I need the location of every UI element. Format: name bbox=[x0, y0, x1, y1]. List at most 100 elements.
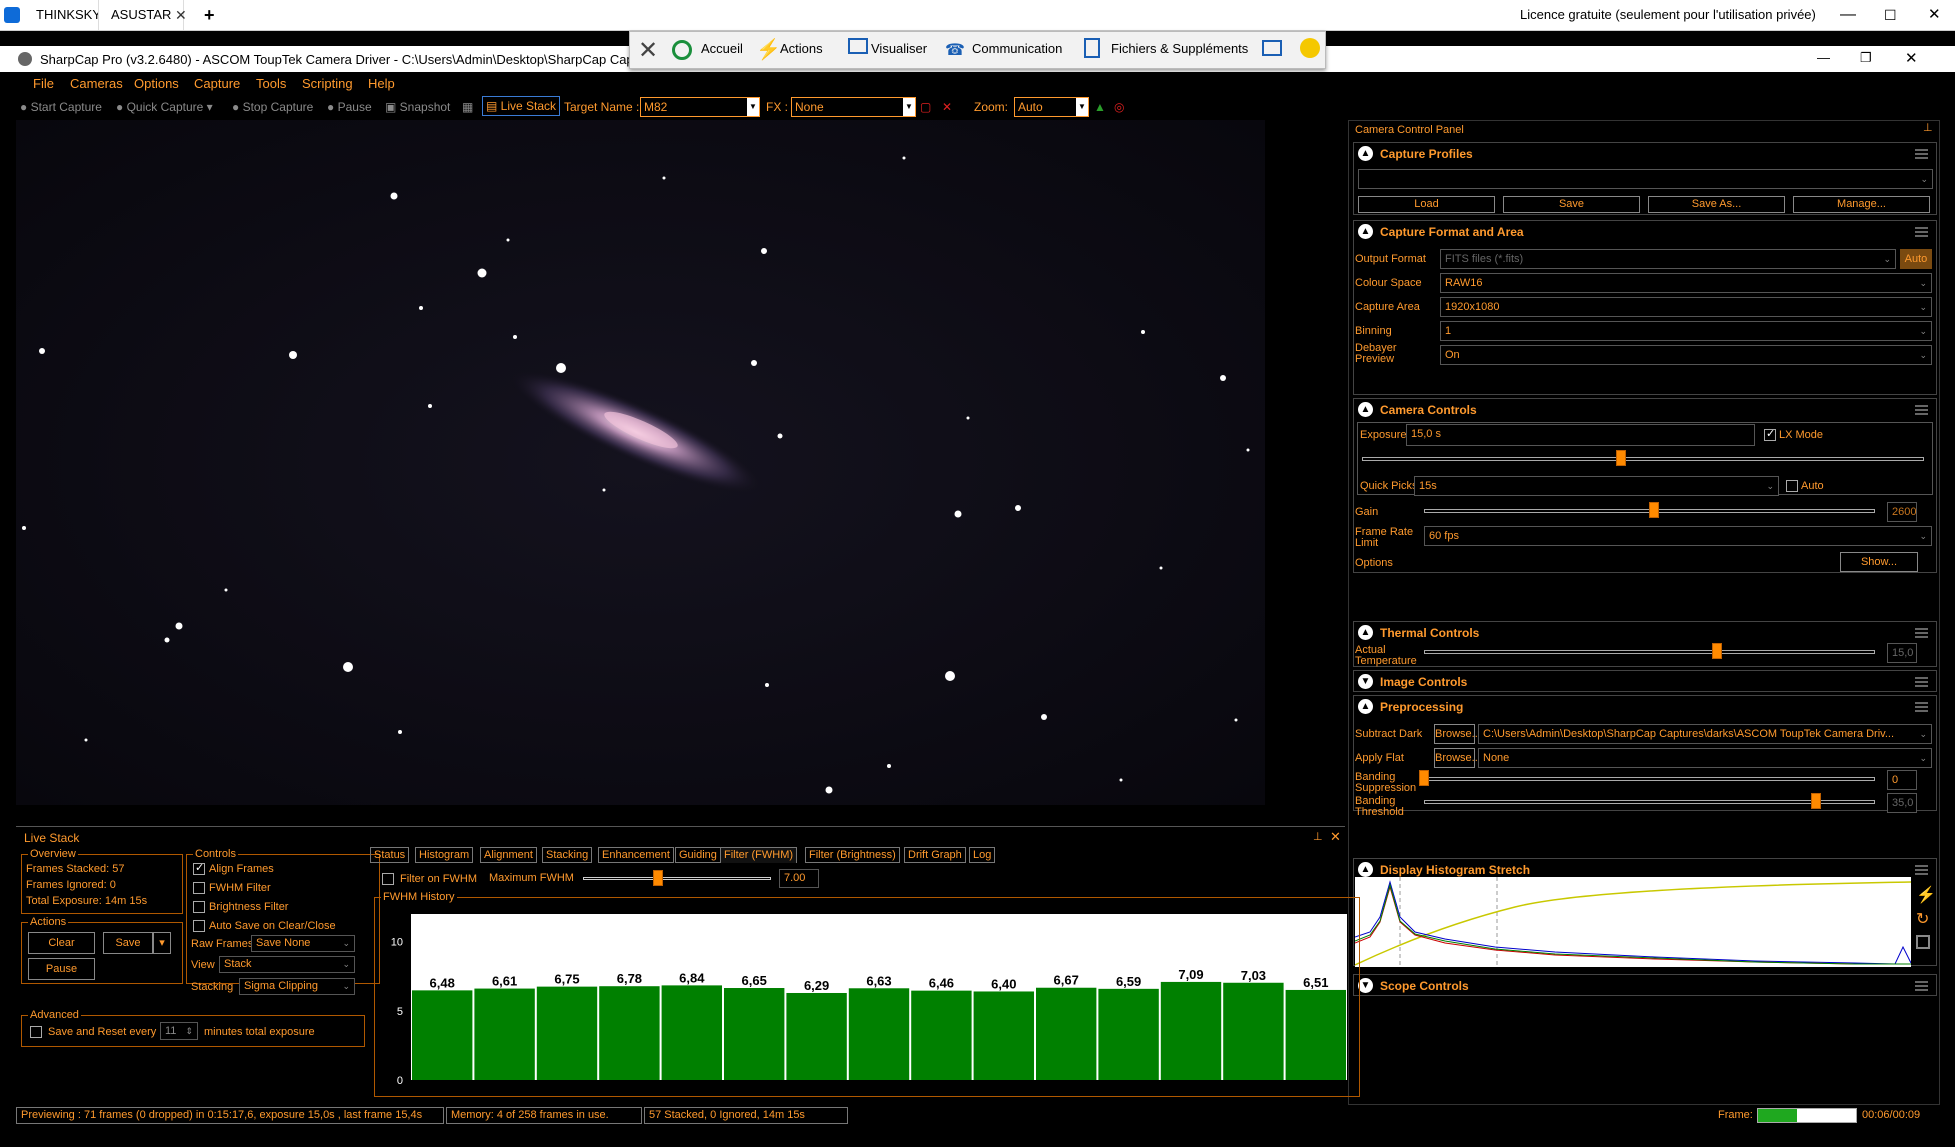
brightness-filter-checkbox[interactable] bbox=[193, 901, 205, 913]
layout-icon[interactable]: ▦ bbox=[462, 100, 473, 114]
auto-stretch-icon[interactable]: ⚡ bbox=[1916, 885, 1936, 905]
menu-help[interactable]: Help bbox=[368, 76, 395, 91]
output-format-select[interactable]: FITS files (*.fits) ⌄ bbox=[1440, 249, 1896, 269]
window-close-icon[interactable]: ✕ bbox=[1905, 49, 1918, 67]
stepper-arrows-icon[interactable]: ⇕ bbox=[185, 1023, 193, 1039]
debayer-select[interactable]: On ⌄ bbox=[1440, 345, 1932, 365]
exposure-input[interactable]: 15,0 s bbox=[1406, 424, 1755, 446]
dark-file-select[interactable]: C:\Users\Admin\Desktop\SharpCap Captures… bbox=[1478, 724, 1932, 744]
max-fwhm-input[interactable]: 7.00 bbox=[779, 869, 819, 888]
browse-flat-button[interactable]: Browse... bbox=[1434, 748, 1481, 768]
menu-icon[interactable] bbox=[1915, 628, 1928, 638]
pin-icon[interactable]: ⊥ bbox=[1923, 123, 1933, 134]
menu-icon[interactable] bbox=[1915, 405, 1928, 415]
target-name-input[interactable]: M82 ▼ bbox=[640, 97, 760, 117]
close-session-icon[interactable]: ✕ bbox=[638, 36, 658, 65]
max-fwhm-slider[interactable] bbox=[583, 877, 771, 880]
timer-icon[interactable]: ◎ bbox=[1114, 100, 1124, 114]
align-frames-checkbox[interactable] bbox=[193, 861, 205, 875]
stacking-select[interactable]: Sigma Clipping ⌄ bbox=[239, 978, 355, 995]
gain-slider-thumb[interactable] bbox=[1649, 502, 1659, 518]
raw-frames-select[interactable]: Save None ⌄ bbox=[251, 935, 355, 952]
browse-dark-button[interactable]: Browse... bbox=[1434, 724, 1481, 744]
auto-save-checkbox[interactable] bbox=[193, 920, 205, 932]
manage-profiles-button[interactable]: Manage... bbox=[1793, 196, 1930, 213]
close-icon[interactable]: ✕ bbox=[1916, 0, 1953, 30]
menu-scripting[interactable]: Scripting bbox=[302, 76, 353, 91]
tab-status[interactable]: Status bbox=[370, 847, 410, 863]
save-as-profile-button[interactable]: Save As... bbox=[1648, 196, 1785, 213]
add-tab-icon[interactable]: + bbox=[192, 0, 227, 30]
clear-stack-button[interactable]: Clear bbox=[28, 932, 95, 954]
minimize-icon[interactable]: — bbox=[1828, 0, 1868, 30]
remote-menu-visualiser[interactable]: Visualiser bbox=[871, 41, 927, 56]
banding-threshold-slider[interactable] bbox=[1424, 800, 1875, 804]
screen-icon[interactable] bbox=[1262, 40, 1282, 56]
tab-filter-brightness[interactable]: Filter (Brightness) bbox=[805, 847, 900, 863]
capture-area-select[interactable]: 1920x1080 ⌄ bbox=[1440, 297, 1932, 317]
image-viewer[interactable] bbox=[16, 120, 1265, 805]
menu-capture[interactable]: Capture bbox=[194, 76, 240, 91]
capture-profiles-header[interactable]: ▲ Capture Profiles bbox=[1354, 143, 1936, 165]
pause-stack-button[interactable]: Pause bbox=[28, 958, 95, 980]
menu-icon[interactable] bbox=[1915, 677, 1928, 687]
lx-mode-checkbox[interactable] bbox=[1764, 427, 1776, 441]
save-reset-checkbox[interactable] bbox=[30, 1026, 42, 1038]
zoom-select[interactable]: Auto ▼ bbox=[1014, 97, 1089, 117]
minutes-stepper[interactable]: 11 ⇕ bbox=[160, 1022, 198, 1040]
pin-icon[interactable]: ⊥ bbox=[1313, 832, 1323, 843]
capture-format-header[interactable]: ▲ Capture Format and Area bbox=[1354, 221, 1936, 243]
smiley-icon[interactable] bbox=[1300, 38, 1320, 58]
menu-icon[interactable] bbox=[1915, 149, 1928, 159]
profile-select[interactable]: ⌄ bbox=[1358, 169, 1933, 189]
tab-drift-graph[interactable]: Drift Graph bbox=[904, 847, 966, 863]
banding-suppression-input[interactable]: 0 bbox=[1887, 770, 1917, 790]
banding-suppression-slider[interactable] bbox=[1424, 777, 1875, 781]
menu-icon[interactable] bbox=[1915, 227, 1928, 237]
menu-tools[interactable]: Tools bbox=[256, 76, 286, 91]
tab-enhancement[interactable]: Enhancement bbox=[598, 847, 674, 863]
pause-button[interactable]: ● Pause bbox=[327, 100, 372, 114]
menu-icon[interactable] bbox=[1915, 702, 1928, 712]
show-options-button[interactable]: Show... bbox=[1840, 552, 1918, 572]
clear-reticle-icon[interactable]: ✕ bbox=[942, 100, 952, 114]
remote-menu-accueil[interactable]: Accueil bbox=[701, 41, 743, 56]
window-minimize-icon[interactable]: — bbox=[1817, 50, 1830, 65]
start-capture-button[interactable]: ● Start Capture bbox=[20, 100, 102, 114]
menu-cameras[interactable]: Cameras bbox=[70, 76, 123, 91]
save-options-dropdown[interactable]: ▾ bbox=[153, 932, 171, 954]
remote-menu-files[interactable]: Fichiers & Suppléments bbox=[1111, 41, 1248, 56]
home-icon[interactable] bbox=[672, 40, 692, 60]
save-stretch-icon[interactable] bbox=[1916, 935, 1930, 949]
exposure-slider-thumb[interactable] bbox=[1615, 450, 1626, 466]
menu-options[interactable]: Options bbox=[134, 76, 179, 91]
menu-icon[interactable] bbox=[1915, 981, 1928, 991]
banding-threshold-thumb[interactable] bbox=[1811, 793, 1822, 809]
colour-space-select[interactable]: RAW16 ⌄ bbox=[1440, 273, 1932, 293]
histogram-icon[interactable]: ▲ bbox=[1094, 100, 1106, 114]
save-stack-button[interactable]: Save bbox=[103, 932, 153, 954]
menu-file[interactable]: File bbox=[33, 76, 54, 91]
tab-stacking[interactable]: Stacking bbox=[542, 847, 593, 863]
tab-guiding[interactable]: Guiding bbox=[675, 847, 721, 863]
save-profile-button[interactable]: Save bbox=[1503, 196, 1640, 213]
binning-select[interactable]: 1 ⌄ bbox=[1440, 321, 1932, 341]
fwhm-filter-checkbox[interactable] bbox=[193, 882, 205, 894]
tab-log[interactable]: Log bbox=[969, 847, 996, 863]
auto-format-button[interactable]: Auto bbox=[1900, 249, 1932, 269]
banding-threshold-input[interactable]: 35,0 bbox=[1887, 793, 1917, 813]
tab-histogram[interactable]: Histogram bbox=[415, 847, 474, 863]
scope-controls-header[interactable]: ▼ Scope Controls bbox=[1354, 975, 1936, 997]
max-fwhm-thumb[interactable] bbox=[653, 870, 664, 886]
snapshot-button[interactable]: ▣ Snapshot bbox=[385, 100, 450, 114]
thermal-controls-header[interactable]: ▲ Thermal Controls bbox=[1354, 622, 1936, 644]
auto-exposure-checkbox[interactable] bbox=[1786, 480, 1798, 492]
fx-select[interactable]: None ▼ bbox=[791, 97, 916, 117]
filter-on-fwhm-checkbox[interactable] bbox=[382, 873, 394, 885]
image-controls-header[interactable]: ▼ Image Controls bbox=[1354, 671, 1936, 693]
tab-filter-fwhm[interactable]: Filter (FWHM) bbox=[720, 847, 798, 863]
camera-controls-header[interactable]: ▲ Camera Controls bbox=[1354, 399, 1936, 421]
remote-menu-actions[interactable]: Actions bbox=[780, 41, 823, 56]
reticle-icon[interactable]: ▢ bbox=[920, 100, 931, 114]
remote-menu-communication[interactable]: Communication bbox=[972, 41, 1062, 56]
